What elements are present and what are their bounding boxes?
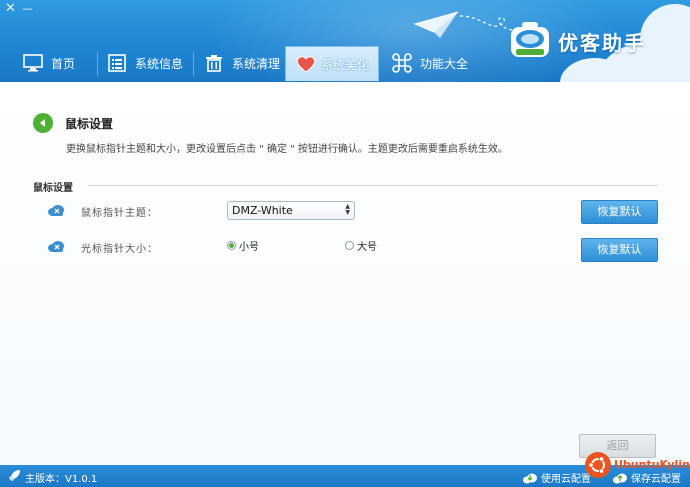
list-icon	[106, 52, 128, 74]
app-logo-icon	[511, 22, 549, 57]
theme-select[interactable]: DMZ-White ▲ ▼	[227, 201, 355, 220]
heart-icon	[295, 53, 317, 75]
tab-label: 系统美化	[320, 57, 369, 72]
ubuntu-logo-icon	[585, 452, 611, 478]
use-cloud-config-button[interactable]: 使用云配置	[522, 470, 591, 485]
save-cloud-config-label: 保存云配置	[631, 474, 681, 485]
section-header: 鼠标设置	[33, 113, 113, 133]
theme-label: 鼠标指针主题：	[81, 208, 158, 219]
cloud-download-icon	[523, 473, 537, 483]
tab-system-cleanup[interactable]: 系统清理	[203, 46, 283, 80]
trash-icon	[203, 52, 225, 74]
spinner-arrows-icon: ▲ ▼	[345, 203, 350, 216]
minimize-button[interactable]: —	[22, 2, 33, 16]
rocket-icon	[9, 470, 20, 481]
back-arrow-button[interactable]	[33, 113, 53, 133]
tab-label: 系统清理	[232, 56, 281, 71]
tab-divider	[193, 52, 194, 76]
cloud-upload-icon	[613, 473, 627, 483]
tab-home[interactable]: 首页	[22, 46, 92, 80]
group-divider	[88, 185, 658, 186]
radio-large[interactable]: 大号	[345, 238, 377, 253]
radio-small-label: 小号	[239, 242, 259, 253]
group-label: 鼠标设置	[33, 183, 73, 194]
brand: 优客助手	[508, 16, 646, 66]
section-title: 鼠标设置	[65, 116, 114, 131]
reset-size-button[interactable]: 恢复默认	[581, 238, 658, 262]
brand-name: 优客助手	[558, 30, 646, 55]
tab-system-beautify[interactable]: 系统美化	[285, 46, 379, 81]
left-arrow-icon	[40, 119, 45, 127]
radio-small[interactable]: 小号	[227, 238, 259, 253]
title-bar: ✕ — 优客助手 首页 系统信息 系统清理 系统美化 功能大全	[0, 0, 690, 82]
tab-bar: 首页 系统信息 系统清理 系统美化 功能大全	[0, 46, 480, 82]
paper-plane-icon	[413, 11, 515, 38]
tab-system-info[interactable]: 系统信息	[106, 46, 190, 80]
tab-label: 系统信息	[135, 56, 184, 71]
save-cloud-config-button[interactable]: 保存云配置	[612, 470, 681, 485]
close-button[interactable]: ✕	[5, 2, 16, 16]
section-description: 更换鼠标指针主题和大小，更改设置后点击 " 确定 " 按钮进行确认。主题更改后需…	[66, 144, 508, 155]
cloud-reset-icon	[48, 241, 64, 252]
monitor-icon	[22, 52, 44, 74]
watermark-text: UbuntuKylin	[614, 458, 690, 471]
main-content: 鼠标设置 更换鼠标指针主题和大小，更改设置后点击 " 确定 " 按钮进行确认。主…	[0, 82, 690, 465]
theme-select-value: DMZ-White	[232, 204, 293, 217]
use-cloud-config-label: 使用云配置	[541, 474, 591, 485]
tab-divider	[97, 52, 98, 76]
tab-all-features[interactable]: 功能大全	[391, 46, 475, 80]
size-label: 光标指针大小：	[81, 244, 158, 255]
tab-label: 首页	[51, 56, 76, 71]
version-text: 主版本：V1.0.1	[25, 474, 98, 485]
tab-label: 功能大全	[420, 56, 469, 71]
radio-large-label: 大号	[357, 242, 377, 253]
cloud-reset-icon	[48, 205, 64, 216]
command-icon	[391, 52, 413, 74]
radio-checked-indicator	[227, 241, 236, 250]
reset-theme-button[interactable]: 恢复默认	[581, 200, 658, 224]
radio-unchecked-indicator	[345, 241, 354, 250]
